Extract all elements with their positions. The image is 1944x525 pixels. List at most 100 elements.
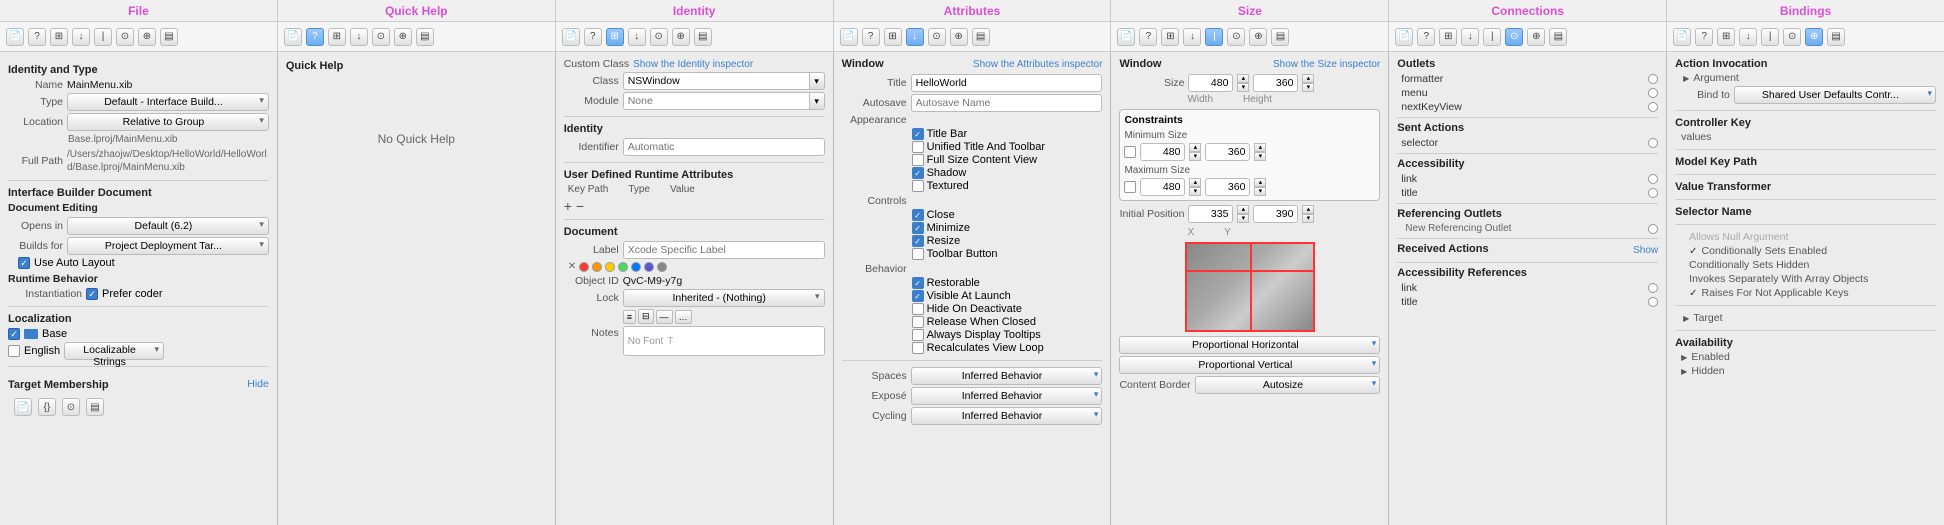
conn-btn-4[interactable]: ↓ <box>1461 28 1479 46</box>
attr-btn-2[interactable]: ? <box>862 28 880 46</box>
file-btn-4[interactable]: ↓ <box>72 28 90 46</box>
max-height-input[interactable] <box>1205 178 1250 196</box>
new-ref-circle[interactable] <box>1648 224 1658 234</box>
title-conn-circle[interactable] <box>1648 188 1658 198</box>
x-up[interactable]: ▴ <box>1237 205 1249 214</box>
remove-attribute-btn[interactable]: − <box>576 199 584 213</box>
id-btn-4[interactable]: ↓ <box>628 28 646 46</box>
english-checkbox[interactable] <box>8 345 20 357</box>
bind-btn-6[interactable]: ⊙ <box>1783 28 1801 46</box>
proportional-v-dropdown[interactable]: Proportional Vertical <box>1119 356 1380 374</box>
max-width-down[interactable]: ▾ <box>1189 187 1201 196</box>
show-identity-link[interactable]: Show the Identity inspector <box>633 59 825 70</box>
autosave-input[interactable] <box>911 94 1103 112</box>
location-dropdown[interactable]: Relative to Group <box>67 113 269 131</box>
unified-title-check[interactable] <box>912 141 924 153</box>
height-input[interactable] <box>1253 74 1298 92</box>
file-btn-1[interactable]: 📄 <box>6 28 24 46</box>
conn-btn-5[interactable]: | <box>1483 28 1501 46</box>
y-down[interactable]: ▾ <box>1302 214 1314 223</box>
size-btn-8[interactable]: ▤ <box>1271 28 1289 46</box>
color-blue[interactable] <box>631 262 641 272</box>
qh-btn-2[interactable]: ? <box>306 28 324 46</box>
formatter-circle[interactable] <box>1648 74 1658 84</box>
attr-btn-4[interactable]: ↓ <box>906 28 924 46</box>
height-down-arrow[interactable]: ▾ <box>1302 83 1314 92</box>
title-input[interactable] <box>911 74 1103 92</box>
cycling-dropdown[interactable]: Inferred Behavior <box>911 407 1103 425</box>
title-bar-check[interactable]: ✓ <box>912 128 924 140</box>
attr-btn-5[interactable]: ⊙ <box>928 28 946 46</box>
target-btn-2[interactable]: {} <box>38 398 56 416</box>
tab-identity[interactable]: Identity <box>556 0 834 21</box>
conditionally-enabled-check[interactable]: ✓ <box>1689 246 1697 257</box>
target-btn-4[interactable]: ▤ <box>86 398 104 416</box>
conn-btn-2[interactable]: ? <box>1417 28 1435 46</box>
full-size-check[interactable] <box>912 154 924 166</box>
min-width-down[interactable]: ▾ <box>1189 152 1201 161</box>
textured-check[interactable] <box>912 180 924 192</box>
color-orange[interactable] <box>592 262 602 272</box>
size-btn-4[interactable]: ↓ <box>1183 28 1201 46</box>
target-triangle[interactable]: ▶ <box>1683 314 1689 323</box>
release-when-closed-check[interactable] <box>912 316 924 328</box>
prefer-coder-checkbox[interactable]: ✓ <box>86 288 98 300</box>
builds-for-dropdown[interactable]: Project Deployment Tar... <box>67 237 269 255</box>
width-down-arrow[interactable]: ▾ <box>1237 83 1249 92</box>
notes-btn-2[interactable]: ⊟ <box>638 309 654 324</box>
proportional-h-dropdown[interactable]: Proportional Horizontal <box>1119 336 1380 354</box>
title2-circle[interactable] <box>1648 297 1658 307</box>
class-btn[interactable]: ▾ <box>809 72 825 90</box>
color-red[interactable] <box>579 262 589 272</box>
label-input[interactable] <box>623 241 825 259</box>
qh-btn-6[interactable]: ⊕ <box>394 28 412 46</box>
close-check[interactable]: ✓ <box>912 209 924 221</box>
qh-btn-4[interactable]: ↓ <box>350 28 368 46</box>
min-height-down[interactable]: ▾ <box>1254 152 1266 161</box>
shadow-check[interactable]: ✓ <box>912 167 924 179</box>
attr-btn-1[interactable]: 📄 <box>840 28 858 46</box>
expose-dropdown[interactable]: Inferred Behavior <box>911 387 1103 405</box>
auto-layout-checkbox[interactable]: ✓ <box>18 257 30 269</box>
class-input[interactable] <box>623 72 809 90</box>
color-yellow[interactable] <box>605 262 615 272</box>
always-display-check[interactable] <box>912 329 924 341</box>
argument-triangle[interactable]: ▶ <box>1683 74 1689 83</box>
width-input[interactable] <box>1188 74 1233 92</box>
width-up-arrow[interactable]: ▴ <box>1237 74 1249 83</box>
restorable-check[interactable]: ✓ <box>912 277 924 289</box>
bind-to-dropdown[interactable]: Shared User Defaults Contr... <box>1734 86 1936 104</box>
bind-btn-4[interactable]: ↓ <box>1739 28 1757 46</box>
lock-dropdown[interactable]: Inherited - (Nothing) <box>623 289 825 307</box>
qh-btn-7[interactable]: ▤ <box>416 28 434 46</box>
add-attribute-btn[interactable]: + <box>564 199 572 213</box>
max-width-input[interactable] <box>1140 178 1185 196</box>
menu-circle[interactable] <box>1648 88 1658 98</box>
color-grey[interactable] <box>657 262 667 272</box>
min-height-input[interactable] <box>1205 143 1250 161</box>
toolbar-btn-check[interactable] <box>912 248 924 260</box>
qh-btn-3[interactable]: ⊞ <box>328 28 346 46</box>
conn-btn-6[interactable]: ⊙ <box>1505 28 1523 46</box>
target-btn-3[interactable]: ⊙ <box>62 398 80 416</box>
bind-btn-2[interactable]: ? <box>1695 28 1713 46</box>
file-btn-7[interactable]: ⊕ <box>138 28 156 46</box>
size-btn-5[interactable]: | <box>1205 28 1223 46</box>
file-btn-6[interactable]: ⊙ <box>116 28 134 46</box>
show-attributes-link[interactable]: Show the Attributes inspector <box>973 59 1103 70</box>
recalculates-check[interactable] <box>912 342 924 354</box>
notes-btn-3[interactable]: — <box>656 310 673 324</box>
file-btn-8[interactable]: ▤ <box>160 28 178 46</box>
max-size-check[interactable] <box>1124 181 1136 193</box>
show-size-link[interactable]: Show the Size inspector <box>1273 59 1380 70</box>
size-btn-3[interactable]: ⊞ <box>1161 28 1179 46</box>
selector-circle[interactable] <box>1648 138 1658 148</box>
base-checkbox[interactable]: ✓ <box>8 328 20 340</box>
bind-btn-3[interactable]: ⊞ <box>1717 28 1735 46</box>
enabled-triangle[interactable]: ▶ <box>1681 353 1687 362</box>
y-up[interactable]: ▴ <box>1302 205 1314 214</box>
height-up-arrow[interactable]: ▴ <box>1302 74 1314 83</box>
target-btn-1[interactable]: 📄 <box>14 398 32 416</box>
resize-check[interactable]: ✓ <box>912 235 924 247</box>
minimize-check[interactable]: ✓ <box>912 222 924 234</box>
